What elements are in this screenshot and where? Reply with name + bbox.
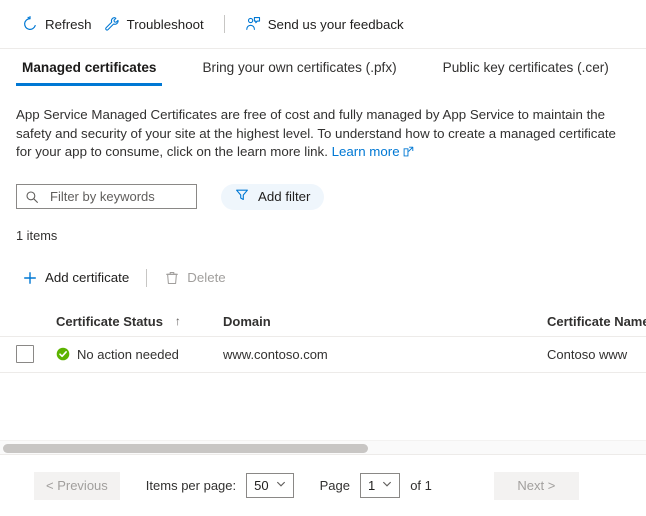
cell-certificate-name: Contoso www	[484, 347, 630, 362]
table-command-bar: Add certificate Delete	[0, 243, 646, 293]
sort-ascending-icon: ↑	[175, 314, 181, 328]
refresh-icon	[22, 16, 38, 32]
troubleshoot-label: Troubleshoot	[127, 17, 204, 32]
plus-icon	[22, 270, 38, 286]
items-per-page-label: Items per page:	[146, 478, 236, 493]
tab-managed-certificates[interactable]: Managed certificates	[16, 60, 162, 86]
column-header-certificate-status[interactable]: Certificate Status ↑	[56, 314, 223, 329]
page-total-label: of 1	[410, 478, 432, 493]
previous-label: < Previous	[46, 478, 108, 493]
items-count: 1 items	[0, 210, 646, 243]
funnel-icon	[235, 188, 249, 205]
chevron-down-icon	[382, 479, 392, 492]
tab-label: Public key certificates (.cer)	[443, 60, 609, 75]
next-label: Next >	[517, 478, 555, 493]
chevron-down-icon	[276, 479, 286, 492]
delete-button: Delete	[158, 263, 231, 293]
check-circle-icon	[56, 347, 70, 361]
tab-public-key-certificates[interactable]: Public key certificates (.cer)	[437, 60, 615, 86]
next-page-button: Next >	[494, 472, 579, 500]
tab-label: Bring your own certificates (.pfx)	[202, 60, 396, 75]
add-certificate-label: Add certificate	[45, 270, 129, 285]
filter-row: Add filter	[0, 163, 646, 210]
cell-domain: www.contoso.com	[223, 347, 484, 362]
tab-label: Managed certificates	[22, 60, 156, 75]
search-input[interactable]	[48, 188, 188, 205]
row-checkbox[interactable]	[16, 345, 34, 363]
wrench-icon	[104, 16, 120, 32]
table-header-row: Certificate Status ↑ Domain Certificate …	[0, 307, 646, 337]
send-feedback-label: Send us your feedback	[268, 17, 404, 32]
pagination-bar: < Previous Items per page: 50 Page 1	[0, 455, 646, 516]
command-toolbar: Refresh Troubleshoot Send us your feedba…	[0, 0, 646, 48]
horizontal-scrollbar[interactable]	[0, 440, 646, 455]
items-per-page-value: 50	[254, 478, 268, 493]
add-filter-label: Add filter	[258, 189, 310, 204]
column-label: Domain	[223, 314, 271, 329]
column-label: Certificate Status	[56, 314, 163, 329]
previous-page-button: < Previous	[34, 472, 120, 500]
refresh-button[interactable]: Refresh	[16, 9, 98, 39]
learn-more-label: Learn more	[332, 144, 400, 159]
page-number-select[interactable]: 1	[360, 473, 400, 498]
trash-icon	[164, 270, 180, 286]
refresh-label: Refresh	[45, 17, 92, 32]
description-body: App Service Managed Certificates are fre…	[16, 107, 616, 159]
delete-label: Delete	[187, 270, 225, 285]
person-feedback-icon	[245, 16, 261, 32]
table-footer: < Previous Items per page: 50 Page 1	[0, 440, 646, 516]
description-text: App Service Managed Certificates are fre…	[0, 86, 644, 163]
column-label: Certificate Name	[547, 314, 646, 329]
page-label: Page	[320, 478, 350, 493]
search-icon	[25, 190, 39, 204]
column-header-certificate-name[interactable]: Certificate Name	[484, 314, 646, 329]
learn-more-link[interactable]: Learn more	[332, 144, 400, 159]
add-filter-button[interactable]: Add filter	[221, 184, 324, 210]
row-select-cell	[16, 345, 56, 363]
page-number-value: 1	[368, 478, 375, 493]
command-divider	[146, 269, 147, 287]
certificates-table: Certificate Status ↑ Domain Certificate …	[0, 307, 646, 373]
tab-bar: Managed certificates Bring your own cert…	[0, 48, 646, 86]
toolbar-divider	[224, 15, 225, 33]
scrollbar-thumb[interactable]	[3, 444, 368, 453]
search-box[interactable]	[16, 184, 197, 209]
add-certificate-button[interactable]: Add certificate	[16, 263, 135, 293]
items-per-page-select[interactable]: 50	[246, 473, 293, 498]
external-link-icon	[403, 144, 414, 163]
table-row[interactable]: No action needed www.contoso.com Contoso…	[0, 337, 646, 373]
status-label: No action needed	[77, 347, 179, 362]
troubleshoot-button[interactable]: Troubleshoot	[98, 9, 210, 39]
send-feedback-button[interactable]: Send us your feedback	[239, 9, 410, 39]
tab-bring-your-own-certificates[interactable]: Bring your own certificates (.pfx)	[196, 60, 402, 86]
column-header-domain[interactable]: Domain	[223, 314, 484, 329]
cell-certificate-status: No action needed	[56, 347, 223, 362]
